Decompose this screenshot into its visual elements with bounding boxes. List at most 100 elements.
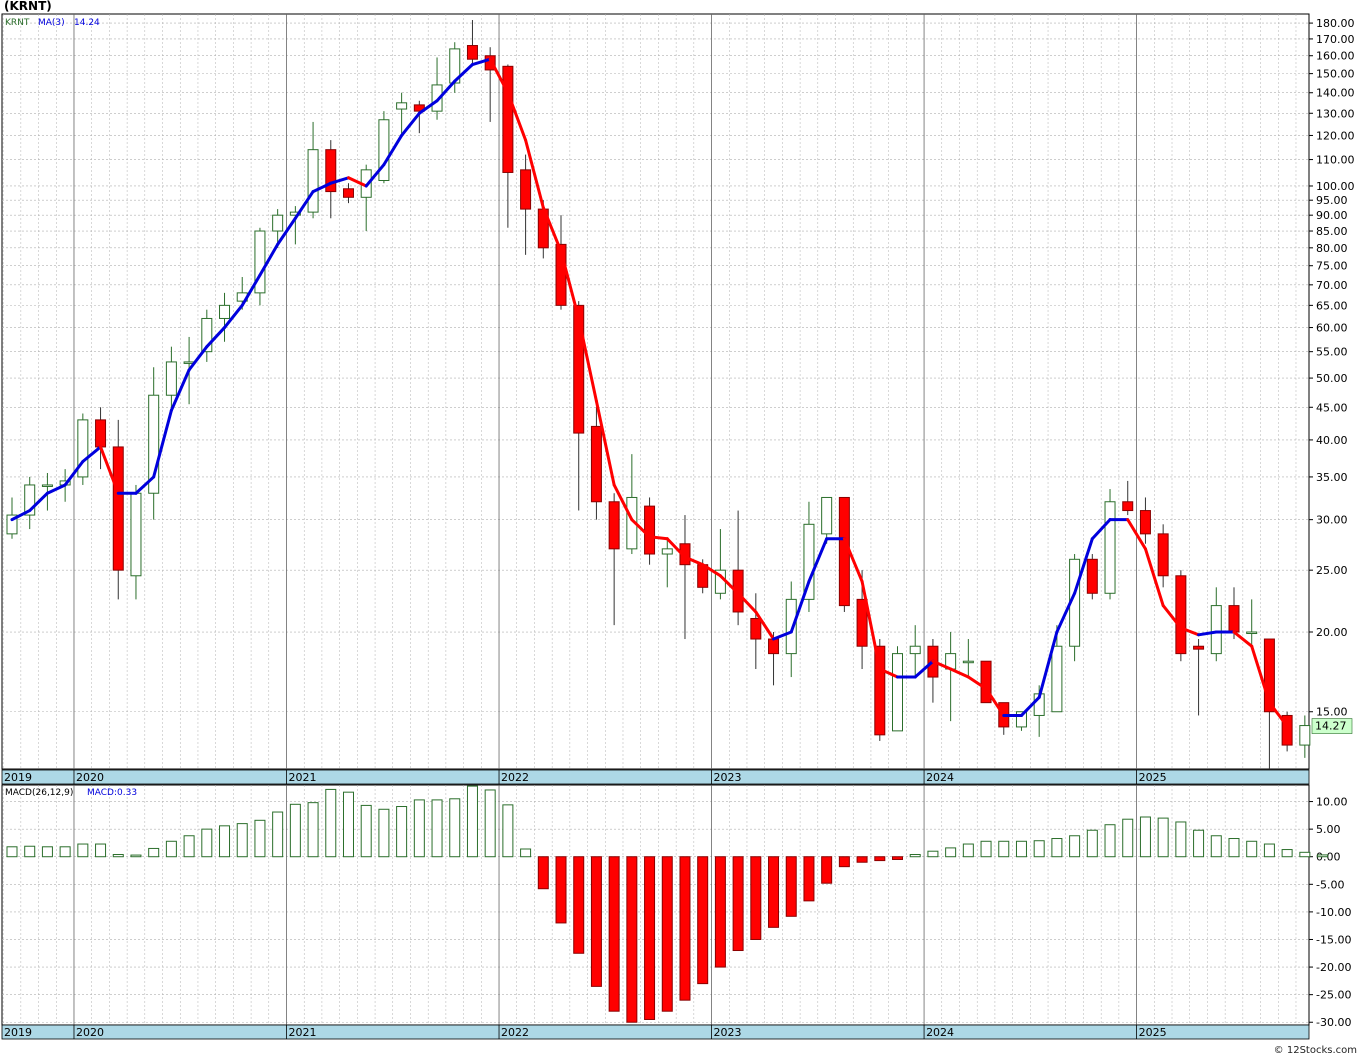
candle bbox=[130, 492, 142, 577]
legend-symbol: KRNT bbox=[5, 18, 30, 28]
macd-x-axis-band bbox=[1, 1024, 1310, 1040]
macd-legend-value: MACD:0.33 bbox=[87, 788, 137, 798]
macd-bar bbox=[1033, 840, 1045, 858]
macd-bar bbox=[520, 848, 532, 858]
macd-bar bbox=[466, 785, 478, 858]
candle bbox=[307, 149, 319, 213]
macd-bar bbox=[945, 847, 957, 858]
price-tick-label: 85.00 bbox=[1316, 225, 1348, 238]
macd-bar bbox=[431, 799, 443, 858]
candle bbox=[1210, 605, 1222, 655]
macd-tick-label: -25.00 bbox=[1316, 989, 1351, 1002]
candle bbox=[1246, 631, 1258, 635]
macd-bar bbox=[148, 847, 160, 858]
candle bbox=[962, 660, 974, 664]
price-tick-label: 70.00 bbox=[1316, 279, 1348, 292]
macd-bar bbox=[396, 806, 408, 858]
macd-bar bbox=[714, 856, 726, 968]
macd-bar bbox=[1069, 835, 1081, 858]
price-tick-label: 20.00 bbox=[1316, 626, 1348, 639]
macd-bar bbox=[95, 843, 107, 858]
macd-bar bbox=[980, 840, 992, 858]
candle bbox=[750, 617, 762, 640]
macd-bar bbox=[1281, 849, 1293, 858]
stock-chart: 15.00 20.00 25.00 30.00 35.00 40.00 45.00 50.00… bbox=[1, 13, 1355, 1040]
candle bbox=[856, 598, 868, 647]
macd-bar bbox=[537, 856, 549, 890]
macd-bar bbox=[1299, 851, 1311, 858]
macd-bar bbox=[59, 846, 71, 858]
x-tick-label: 2024 bbox=[926, 1026, 954, 1039]
candle bbox=[608, 501, 620, 550]
candle bbox=[396, 102, 408, 110]
candle bbox=[502, 65, 514, 173]
macd-bar bbox=[1246, 840, 1258, 858]
candle bbox=[1299, 725, 1311, 746]
price-tick-label: 50.00 bbox=[1316, 372, 1348, 385]
price-tick-label: 140.00 bbox=[1316, 87, 1355, 100]
macd-bar bbox=[1175, 821, 1187, 858]
candle bbox=[219, 304, 231, 319]
candle bbox=[909, 645, 921, 655]
macd-bar bbox=[413, 799, 425, 858]
x-tick-label: 2019 bbox=[4, 1026, 32, 1039]
macd-bar bbox=[272, 811, 284, 858]
candle bbox=[112, 446, 124, 571]
macd-bar bbox=[325, 788, 337, 858]
macd-tick-label: 10.00 bbox=[1316, 796, 1348, 809]
candle bbox=[342, 188, 354, 198]
chart-title: (KRNT) bbox=[4, 0, 52, 13]
price-tick-label: 35.00 bbox=[1316, 471, 1348, 484]
macd-bar bbox=[573, 856, 585, 954]
macd-bar bbox=[608, 856, 620, 1012]
price-tick-label: 110.00 bbox=[1316, 154, 1355, 167]
macd-bar bbox=[1263, 843, 1275, 858]
credit-text: © 12Stocks.com bbox=[1273, 1045, 1357, 1056]
candle bbox=[838, 496, 850, 607]
price-tick-label: 90.00 bbox=[1316, 209, 1348, 222]
macd-bar bbox=[6, 846, 18, 858]
macd-bar bbox=[41, 846, 53, 858]
macd-bar bbox=[909, 854, 921, 858]
macd-bar bbox=[1139, 816, 1151, 858]
price-x-axis-band bbox=[1, 769, 1310, 785]
x-tick-label: 2021 bbox=[289, 1026, 317, 1039]
candle bbox=[661, 548, 673, 555]
macd-bar bbox=[1210, 835, 1222, 858]
x-tick-label: 2021 bbox=[289, 771, 317, 784]
x-tick-label: 2020 bbox=[76, 1026, 104, 1039]
x-tick-label: 2023 bbox=[714, 1026, 742, 1039]
candle bbox=[41, 484, 53, 487]
macd-bar bbox=[892, 856, 904, 860]
candle bbox=[1051, 645, 1063, 713]
macd-legend-label: MACD(26,12,9) bbox=[5, 788, 73, 798]
macd-y-axis: 10.005.000.00-5.00-10.00-15.00-20.00-25.… bbox=[1309, 796, 1351, 1029]
macd-bar bbox=[785, 856, 797, 917]
candle bbox=[165, 361, 177, 396]
price-tick-label: 25.00 bbox=[1316, 564, 1348, 577]
macd-bar bbox=[77, 843, 89, 858]
macd-bar bbox=[378, 808, 390, 858]
candle bbox=[1175, 575, 1187, 655]
macd-bar bbox=[856, 856, 868, 863]
legend-ma-value: 14.24 bbox=[74, 18, 100, 28]
price-tick-label: 45.00 bbox=[1316, 401, 1348, 414]
price-tick-label: 65.00 bbox=[1316, 299, 1348, 312]
macd-tick-label: -15.00 bbox=[1316, 933, 1351, 946]
candle bbox=[892, 653, 904, 732]
x-tick-label: 2023 bbox=[714, 771, 742, 784]
macd-bar bbox=[768, 856, 780, 928]
macd-bar bbox=[998, 840, 1010, 858]
price-tick-label: 150.00 bbox=[1316, 68, 1355, 81]
macd-bar bbox=[590, 856, 602, 987]
macd-bar bbox=[236, 823, 248, 858]
price-tick-label: 80.00 bbox=[1316, 242, 1348, 255]
macd-bar bbox=[1051, 838, 1063, 858]
macd-bar bbox=[342, 791, 354, 858]
macd-bar bbox=[838, 856, 850, 868]
price-tick-label: 30.00 bbox=[1316, 514, 1348, 527]
macd-bar bbox=[644, 856, 656, 1020]
macd-bar bbox=[1193, 829, 1205, 858]
macd-bar bbox=[307, 802, 319, 858]
price-tick-label: 40.00 bbox=[1316, 434, 1348, 447]
